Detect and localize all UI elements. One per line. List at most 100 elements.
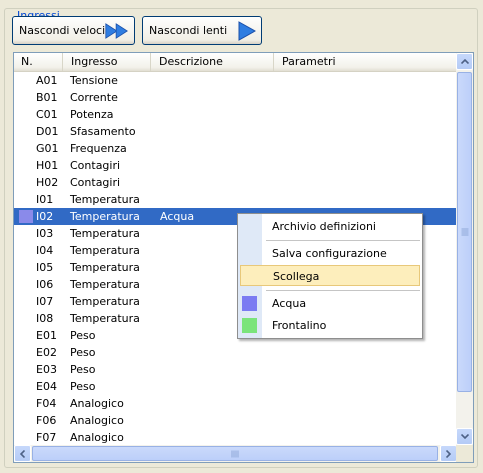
cell-n: I06 xyxy=(36,278,54,291)
cell-n: G01 xyxy=(36,142,59,155)
scroll-right-button[interactable] xyxy=(440,445,457,462)
cell-ingresso: Tensione xyxy=(70,74,118,87)
cell-ingresso: Temperatura xyxy=(70,244,140,257)
cell-ingresso: Peso xyxy=(70,329,96,342)
hide-slow-label: Nascondi lenti xyxy=(149,24,228,37)
chevron-left-icon xyxy=(20,449,25,458)
chevron-up-icon xyxy=(460,59,469,64)
cell-ingresso: Temperatura xyxy=(70,312,140,325)
menu-item-salva-configurazione[interactable]: Salva configurazione xyxy=(238,243,422,264)
vertical-scrollbar[interactable] xyxy=(456,53,473,445)
cell-n: E02 xyxy=(36,346,57,359)
menu-item-frontalino[interactable]: Frontalino xyxy=(238,315,422,336)
cell-ingresso: Potenza xyxy=(70,108,114,121)
menu-item-label: Salva configurazione xyxy=(272,247,387,260)
table-row[interactable]: F04 Analogico xyxy=(14,395,457,412)
menu-item-label: Archivio definizioni xyxy=(272,220,376,233)
cell-ingresso: Contagiri xyxy=(70,176,121,189)
menu-separator xyxy=(266,240,420,241)
cell-n: A01 xyxy=(36,74,58,87)
table-row[interactable]: E03 Peso xyxy=(14,361,457,378)
cell-ingresso: Peso xyxy=(70,363,96,376)
cell-n: I07 xyxy=(36,295,54,308)
cell-ingresso: Analogico xyxy=(70,414,124,427)
horizontal-scroll-thumb[interactable] xyxy=(32,446,438,461)
cell-n: H01 xyxy=(36,159,59,172)
column-header-n[interactable]: N. xyxy=(14,53,63,71)
cell-ingresso: Corrente xyxy=(70,91,118,104)
cell-n: H02 xyxy=(36,176,59,189)
cell-n: I04 xyxy=(36,244,54,257)
cell-ingresso: Temperatura xyxy=(70,210,140,223)
scroll-up-button[interactable] xyxy=(456,53,473,70)
menu-item-label: Scollega xyxy=(273,270,320,283)
scroll-left-button[interactable] xyxy=(14,445,31,462)
cell-ingresso: Temperatura xyxy=(70,278,140,291)
cell-ingresso: Temperatura xyxy=(70,193,140,206)
color-swatch-icon xyxy=(242,296,257,311)
menu-item-acqua[interactable]: Acqua xyxy=(238,293,422,314)
fast-forward-icon xyxy=(105,22,129,39)
list-header: N. Ingresso Descrizione Parametri xyxy=(14,53,457,72)
cell-descrizione: Acqua xyxy=(160,210,195,223)
table-row[interactable]: F07 Analogico xyxy=(14,429,457,446)
cell-ingresso: Analogico xyxy=(70,397,124,410)
cell-n: I05 xyxy=(36,261,54,274)
column-header-parametri[interactable]: Parametri xyxy=(275,53,457,71)
play-arrow-icon xyxy=(238,20,256,41)
cell-ingresso: Peso xyxy=(70,380,96,393)
chevron-right-icon xyxy=(446,449,451,458)
hide-slow-button[interactable]: Nascondi lenti xyxy=(142,16,262,45)
menu-item-label: Frontalino xyxy=(272,319,327,332)
cell-n: E03 xyxy=(36,363,57,376)
hide-fast-label: Nascondi veloci xyxy=(19,24,106,37)
cell-ingresso: Temperatura xyxy=(70,227,140,240)
grip-icon xyxy=(461,228,468,236)
context-menu: Archivio definizioni Salva configurazion… xyxy=(237,213,423,339)
cell-n: I02 xyxy=(36,210,54,223)
horizontal-scrollbar[interactable] xyxy=(14,445,457,462)
table-row[interactable]: G01 Frequenza xyxy=(14,140,457,157)
scroll-corner xyxy=(456,445,473,462)
cell-n: D01 xyxy=(36,125,59,138)
cell-n: F04 xyxy=(36,397,57,410)
table-row[interactable]: B01 Corrente xyxy=(14,89,457,106)
cell-n: F07 xyxy=(36,431,57,444)
table-row[interactable]: A01 Tensione xyxy=(14,72,457,89)
cell-n: C01 xyxy=(36,108,58,121)
table-row[interactable]: F06 Analogico xyxy=(14,412,457,429)
table-row[interactable]: H02 Contagiri xyxy=(14,174,457,191)
cell-ingresso: Sfasamento xyxy=(70,125,136,138)
cell-ingresso: Peso xyxy=(70,346,96,359)
table-row[interactable]: E04 Peso xyxy=(14,378,457,395)
column-header-ingresso[interactable]: Ingresso xyxy=(64,53,151,71)
chevron-down-icon xyxy=(460,434,469,439)
cell-n: I01 xyxy=(36,193,54,206)
menu-separator xyxy=(266,290,420,291)
cell-n: B01 xyxy=(36,91,58,104)
table-row[interactable]: C01 Potenza xyxy=(14,106,457,123)
menu-item-scollega[interactable]: Scollega xyxy=(240,265,420,286)
table-row[interactable]: E02 Peso xyxy=(14,344,457,361)
menu-item-label: Acqua xyxy=(272,297,307,310)
color-swatch-icon xyxy=(242,318,257,333)
cell-ingresso: Analogico xyxy=(70,431,124,444)
cell-n: E04 xyxy=(36,380,57,393)
color-swatch-icon xyxy=(19,210,33,223)
vertical-scroll-thumb[interactable] xyxy=(457,72,472,392)
grip-icon xyxy=(231,450,239,457)
cell-ingresso: Temperatura xyxy=(70,261,140,274)
cell-ingresso: Temperatura xyxy=(70,295,140,308)
cell-ingresso: Frequenza xyxy=(70,142,127,155)
cell-ingresso: Contagiri xyxy=(70,159,121,172)
table-row[interactable]: H01 Contagiri xyxy=(14,157,457,174)
table-row[interactable]: I01 Temperatura xyxy=(14,191,457,208)
hide-fast-button[interactable]: Nascondi veloci xyxy=(12,16,135,45)
menu-item-archivio-definizioni[interactable]: Archivio definizioni xyxy=(238,216,422,237)
cell-n: E01 xyxy=(36,329,57,342)
cell-n: I08 xyxy=(36,312,54,325)
table-row[interactable]: D01 Sfasamento xyxy=(14,123,457,140)
cell-n: F06 xyxy=(36,414,57,427)
scroll-down-button[interactable] xyxy=(456,428,473,445)
column-header-descrizione[interactable]: Descrizione xyxy=(152,53,274,71)
